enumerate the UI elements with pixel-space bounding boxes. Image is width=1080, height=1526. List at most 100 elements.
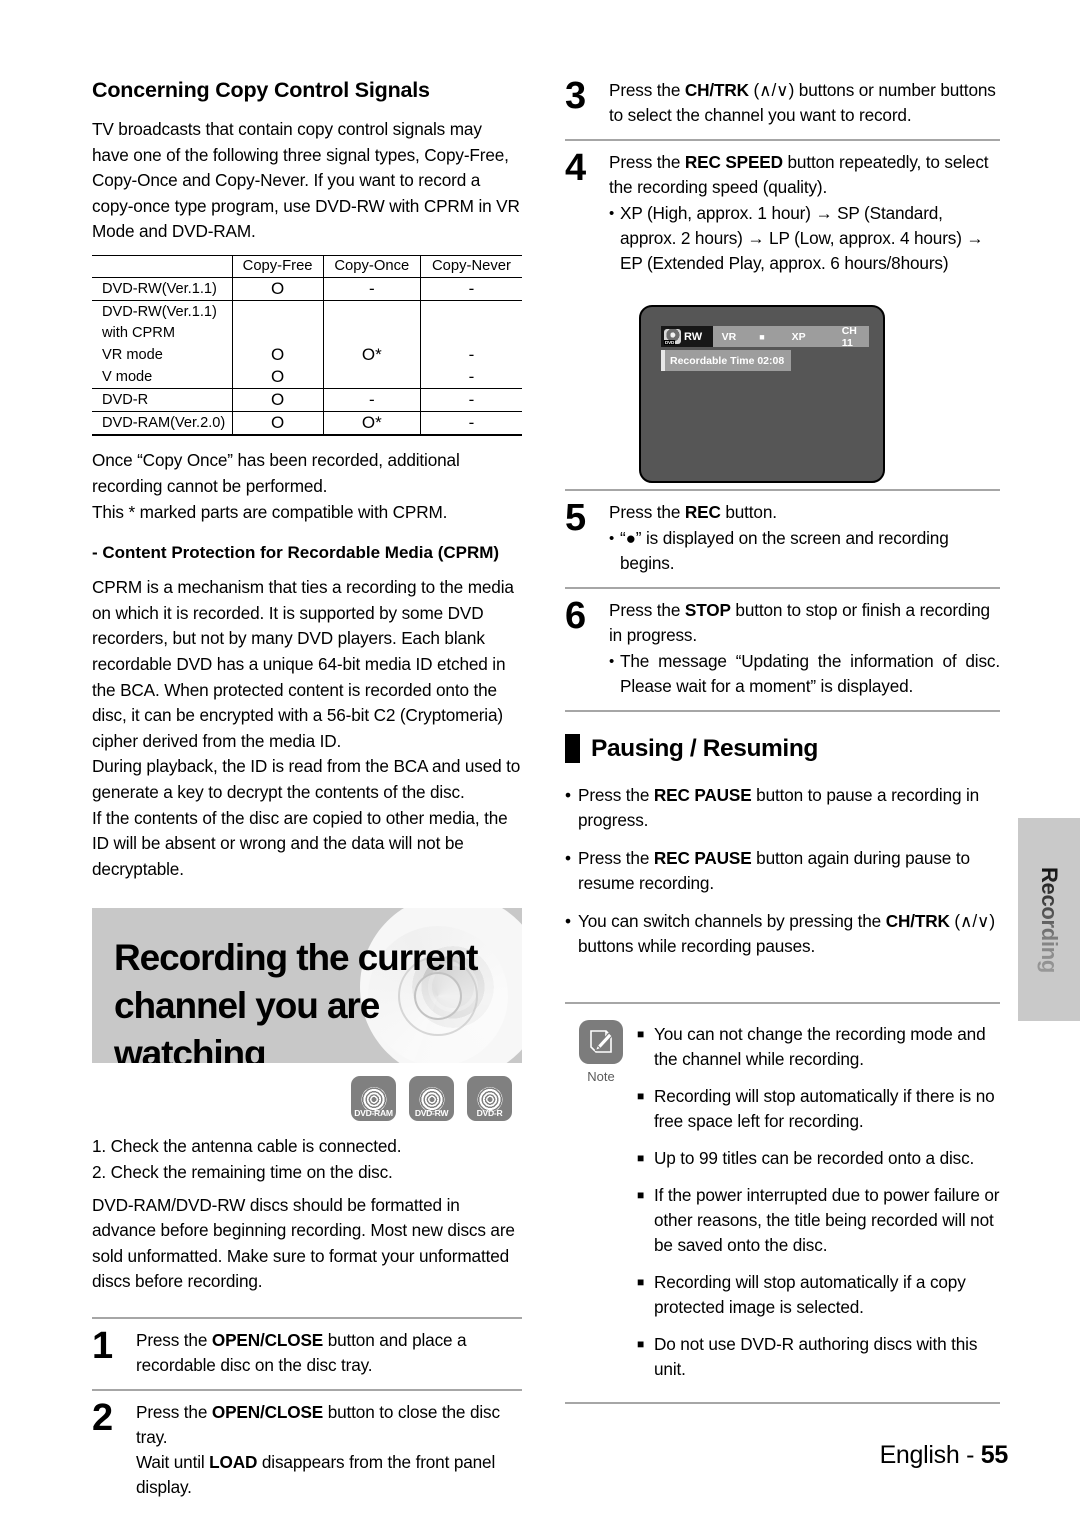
pausing-resuming-title: Pausing / Resuming: [591, 734, 818, 762]
step-1-pre: Press the: [136, 1329, 212, 1350]
table-row: DVD-R O - -: [92, 388, 522, 412]
right-column: 3 Press the CH/TRK (∧/∨) buttons or numb…: [565, 75, 1000, 1404]
table-row-label: with CPRM: [102, 325, 175, 342]
table-cell: [231, 300, 324, 323]
bullet-dot-icon: •: [565, 785, 572, 805]
step-4-bullet: • XP (High, approx. 1 hour) → SP (Standa…: [609, 201, 1000, 276]
osd-preview: RW VR ■ XP CH 11 Recordable Time 02:08: [639, 305, 885, 483]
table-col-copy-never: Copy-Never: [419, 255, 522, 278]
table-cell: O: [231, 344, 324, 367]
pausing-bullet-pre: You can switch channels by pressing the: [578, 911, 886, 931]
step-2-line2: Wait until LOAD disappears from the fron…: [136, 1450, 522, 1500]
step-6-bold: STOP: [684, 600, 731, 620]
square-bullet-icon: ■: [637, 1337, 645, 1351]
note-item-text: Recording will stop automatically if a c…: [654, 1272, 966, 1317]
step-5-post: button.: [720, 502, 777, 522]
osd-status-bar: RW VR ■ XP CH 11: [661, 325, 869, 349]
step-2-number: 2: [92, 1396, 113, 1439]
dvd-ram-label: DVD-RAM: [354, 1108, 393, 1119]
step-6-pre: Press the: [609, 600, 685, 620]
pausing-bullet-text: You can switch channels by pressing the …: [578, 909, 1000, 959]
square-bullet-icon: ■: [637, 1188, 645, 1202]
step-5-bullet: • “●” is displayed on the screen and rec…: [609, 526, 1000, 576]
step-3-number: 3: [565, 75, 586, 117]
table-cell: -: [419, 411, 522, 436]
table-cell: O: [231, 277, 324, 301]
copy-control-table: Copy-Free Copy-Once Copy-Never DVD-RW(Ve…: [92, 255, 522, 437]
note-item: ■ You can not change the recording mode …: [637, 1022, 1000, 1072]
note-icon-wrap: Note: [565, 1020, 637, 1394]
osd-speed: XP: [791, 330, 806, 343]
banner-title: Recording the current channel you are wat…: [92, 908, 522, 1063]
after-table-note-2: This * marked parts are compatible with …: [92, 501, 448, 522]
chapter-banner: Recording the current channel you are wat…: [92, 908, 522, 1064]
step-1: 1 Press the OPEN/CLOSE button and place …: [92, 1319, 522, 1389]
table-row: DVD-RAM(Ver.2.0) O O* -: [92, 411, 522, 436]
step-4-bullet-text: XP (High, approx. 1 hour) → SP (Standard…: [620, 203, 984, 273]
bullet-dot-icon: •: [609, 530, 615, 547]
step-5-text: Press the REC button. • “●” is displayed…: [609, 500, 1000, 576]
dvd-disc-icon: [664, 329, 681, 345]
page-footer: English - 55: [880, 1441, 1009, 1470]
table-col-copy-free: Copy-Free: [231, 255, 324, 278]
pausing-bullet-pre: Press the: [578, 848, 654, 868]
cprm-paragraph-3: If the contents of the disc are copied t…: [92, 807, 508, 879]
bullet-dot-icon: •: [565, 848, 572, 868]
dvd-rw-label: DVD-RW: [414, 1108, 449, 1119]
note-item-text: Do not use DVD-R authoring discs with th…: [654, 1334, 978, 1379]
pausing-bullet-text: Press the REC PAUSE button again during …: [578, 846, 1000, 896]
step-1-bold: OPEN/CLOSE: [211, 1329, 324, 1350]
cprm-paragraph-2: During playback, the ID is read from the…: [92, 756, 521, 802]
left-column: Concerning Copy Control Signals TV broad…: [92, 78, 522, 1511]
footer-page-number: 55: [980, 1441, 1009, 1469]
step-2-bold: OPEN/CLOSE: [211, 1401, 324, 1422]
note-item-text: Up to 99 titles can be recorded onto a d…: [654, 1148, 975, 1168]
table-cell: O*: [322, 344, 421, 367]
manual-page: Concerning Copy Control Signals TV broad…: [0, 0, 1080, 1526]
prep-paragraph: DVD-RAM/DVD-RW discs should be formatted…: [92, 1194, 515, 1292]
step-2-text: Press the OPEN/CLOSE button to close the…: [136, 1400, 522, 1500]
step-3-bold: CH/TRK: [684, 80, 749, 100]
pausing-bullet-bold: REC PAUSE: [653, 848, 752, 868]
table-cell: O*: [322, 411, 421, 436]
side-tab-recording: Recording: [1018, 818, 1080, 1021]
note-box: Note ■ You can not change the recording …: [565, 1004, 1000, 1394]
media-icon-row: DVD-RAM DVD-RW DVD-R: [92, 1076, 522, 1122]
table-cell: -: [322, 388, 421, 412]
after-table-note-1: Once “Copy Once” has been recorded, addi…: [92, 450, 460, 497]
table-header-row: Copy-Free Copy-Once Copy-Never: [92, 255, 522, 278]
banner-title-line1: Recording the current: [114, 937, 479, 979]
table-row: DVD-RW(Ver.1.1) O - -: [92, 277, 522, 301]
square-bullet-icon: ■: [637, 1151, 645, 1165]
osd-disc-type: RW: [684, 330, 703, 343]
bullet-dot-icon: •: [609, 205, 615, 222]
page-title: Concerning Copy Control Signals: [92, 78, 430, 102]
table-cell: -: [419, 277, 522, 301]
square-bullet-icon: ■: [637, 1089, 645, 1103]
table-cell: -: [322, 277, 421, 301]
note-item: ■ If the power interrupted due to power …: [637, 1183, 1000, 1258]
table-cell: -: [419, 366, 522, 389]
osd-recordable-time: Recordable Time 02:08: [661, 350, 792, 371]
step-4-bold: REC SPEED: [684, 152, 783, 172]
pausing-bullet: • You can switch channels by pressing th…: [565, 909, 1000, 959]
divider: [565, 710, 1000, 712]
step-1-number: 1: [92, 1324, 113, 1367]
table-row: with CPRM: [92, 322, 522, 345]
cprm-paragraph-1: CPRM is a mechanism that ties a recordin…: [92, 577, 514, 751]
step-4-pre: Press the: [609, 152, 685, 172]
square-bullet-icon: ■: [637, 1027, 645, 1041]
pausing-bullet: • Press the REC PAUSE button to pause a …: [565, 783, 1000, 833]
banner-title-line2: channel you are watching: [114, 985, 380, 1064]
note-item: ■ Do not use DVD-R authoring discs with …: [637, 1332, 1000, 1382]
table-col-copy-once: Copy-Once: [322, 255, 421, 278]
dvd-r-label: DVD-R: [476, 1108, 503, 1119]
pausing-bullet-bold: REC PAUSE: [653, 785, 752, 805]
cprm-heading: - Content Protection for Recordable Medi…: [92, 543, 500, 563]
table-cell: [322, 300, 421, 323]
step-2: 2 Press the OPEN/CLOSE button to close t…: [92, 1391, 522, 1511]
step-6-number: 6: [565, 595, 586, 637]
osd-recordable-time-text: Recordable Time 02:08: [670, 354, 785, 367]
step-2-line2-bold: LOAD: [209, 1451, 258, 1472]
table-row-label: DVD-RW(Ver.1.1): [102, 303, 217, 320]
